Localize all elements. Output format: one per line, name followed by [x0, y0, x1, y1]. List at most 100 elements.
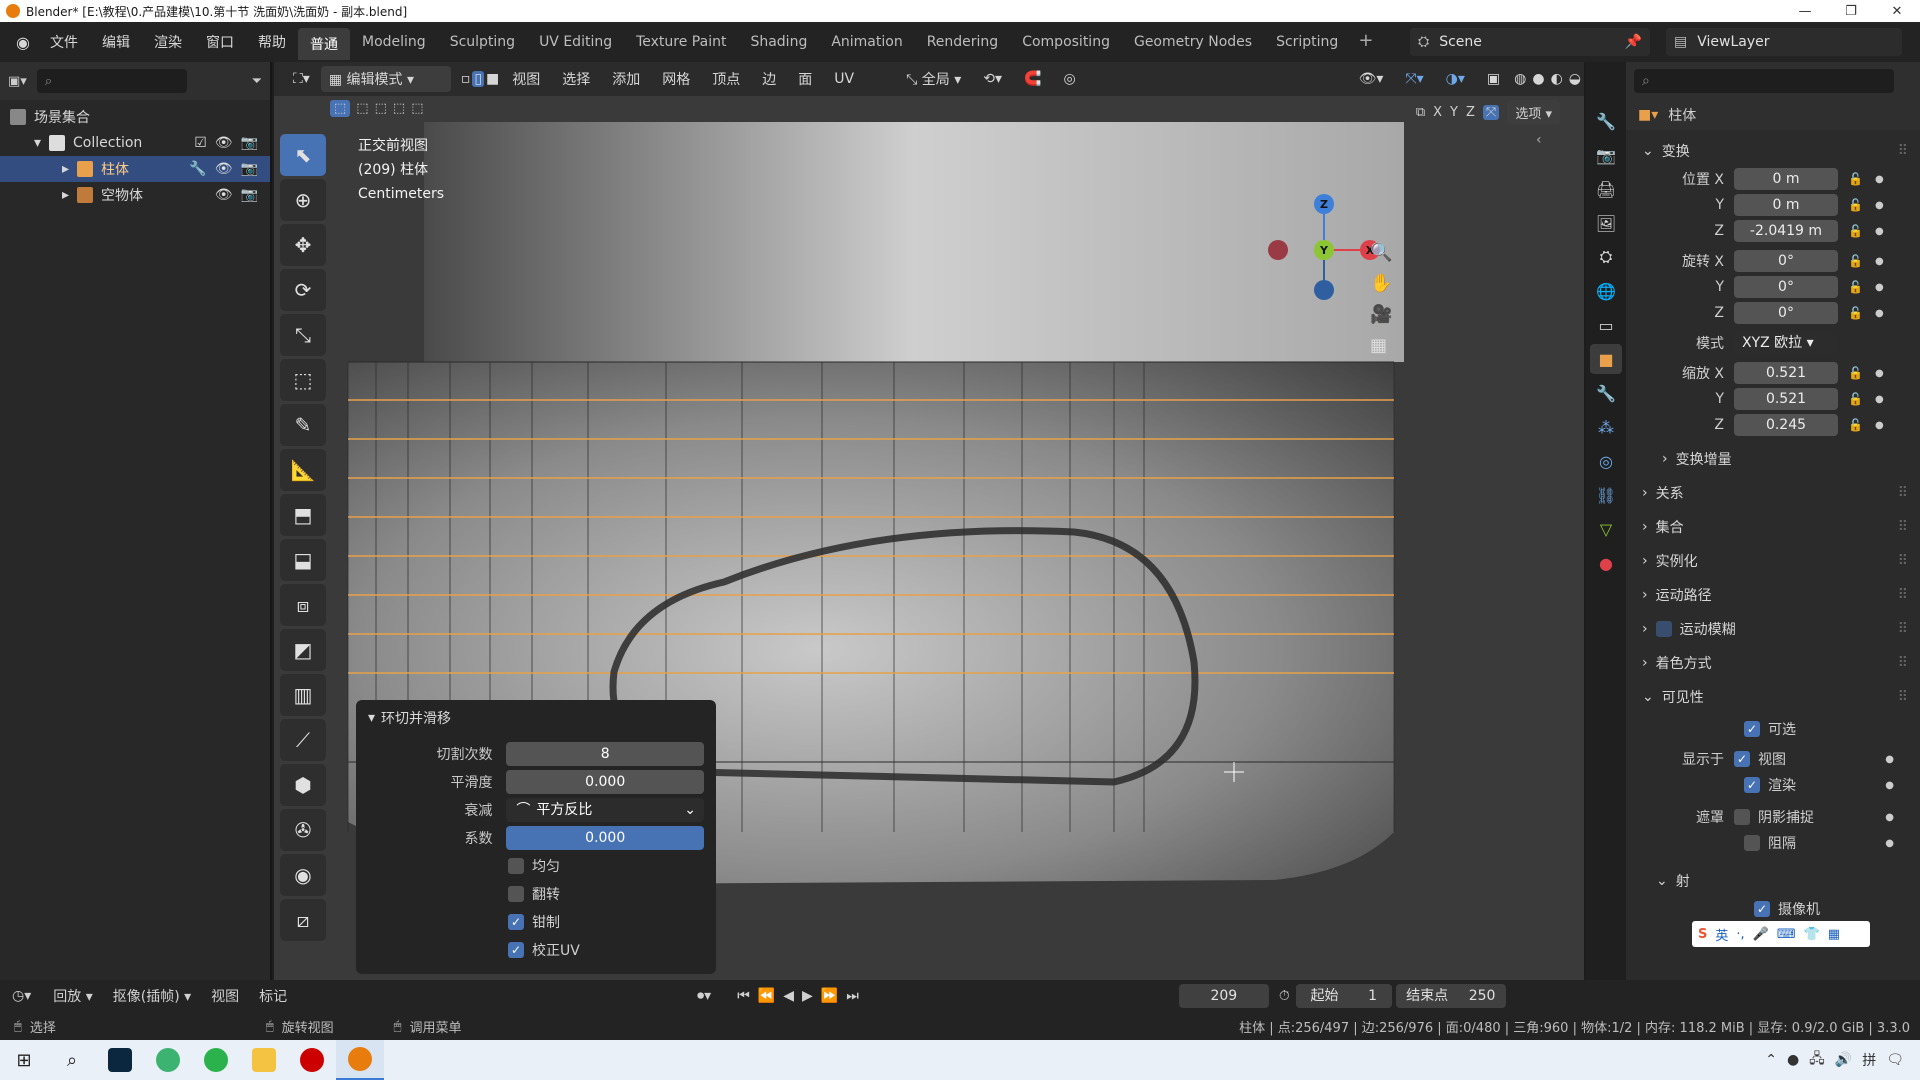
blender-menu-icon[interactable]: ◉ — [8, 33, 38, 52]
menu-help[interactable]: 帮助 — [246, 32, 298, 52]
notification-icon[interactable]: 🗨 — [1886, 1052, 1904, 1068]
keyframe-dot-icon[interactable]: ● — [1885, 838, 1920, 849]
keyframe-dot-icon[interactable]: ● — [1875, 308, 1884, 319]
smooth-tool[interactable]: ◉ — [280, 854, 326, 896]
menu-edit[interactable]: 编辑 — [90, 32, 142, 52]
location-z-field[interactable]: -2.0419 m — [1734, 220, 1838, 242]
outliner-collection[interactable]: ▾ Collection ☑ 👁 📷 — [0, 130, 270, 156]
pivot-icon[interactable]: ⟲▾ — [972, 71, 1013, 87]
close-button[interactable]: ✕ — [1874, 4, 1920, 19]
camera-view-icon[interactable]: 🎥 — [1370, 304, 1392, 325]
view-layer-selector[interactable]: ▤ ViewLayer — [1666, 28, 1902, 56]
world-tab-icon[interactable]: 🌐 — [1590, 276, 1622, 306]
keyframe-dot-icon[interactable]: ● — [1875, 368, 1884, 379]
keyframe-dot-icon[interactable]: ● — [1885, 780, 1920, 791]
file-explorer-app-icon[interactable] — [240, 1040, 288, 1080]
sogou-logo-icon[interactable]: S — [1698, 927, 1707, 942]
relations-section[interactable]: › 关系 ⠿ — [1626, 478, 1920, 508]
menu-view[interactable]: 视图 — [501, 69, 551, 89]
scale-y-field[interactable]: 0.521 — [1734, 388, 1838, 410]
measure-tool[interactable]: 📐 — [280, 449, 326, 491]
output-tab-icon[interactable]: 🖨 — [1590, 174, 1622, 204]
flip-checkbox-row[interactable]: 翻转 — [368, 880, 704, 908]
tray-network-icon[interactable]: 🖧 — [1809, 1048, 1825, 1072]
outliner-scene-collection[interactable]: 场景集合 — [0, 104, 270, 130]
drag-handle-icon[interactable]: ⠿ — [1898, 519, 1920, 535]
keying-menu[interactable]: 抠像(插帧) ▾ — [103, 986, 201, 1006]
select-box-invert-icon[interactable]: ⬚ — [393, 101, 405, 116]
photoshop-app-icon[interactable] — [96, 1040, 144, 1080]
options-dropdown[interactable]: 选项 ▾ — [1507, 100, 1560, 125]
keyframe-dot-icon[interactable]: ● — [1875, 226, 1884, 237]
jump-start-icon[interactable]: ⏮ — [737, 988, 750, 1004]
minimize-button[interactable]: — — [1782, 4, 1828, 19]
correct-uv-checkbox[interactable]: ✓ — [508, 942, 524, 958]
3d-viewport[interactable]: ⛶▾ ▦ 编辑模式 ▾ ▫ ▯ ■ 视图 选择 添加 网格 顶点 边 面 UV … — [274, 62, 1584, 980]
tab-texture-paint[interactable]: Texture Paint — [624, 28, 738, 60]
keyframe-dot-icon[interactable]: ● — [1875, 420, 1884, 431]
auto-merge-icon[interactable]: ⤧ — [1482, 105, 1500, 120]
solid-shading-icon[interactable]: ● — [1529, 71, 1547, 87]
transform-section-header[interactable]: ⌄ 变换 ⠿ — [1626, 136, 1920, 166]
tab-sculpting[interactable]: Sculpting — [438, 28, 527, 60]
tray-volume-icon[interactable]: 🔊 — [1835, 1052, 1852, 1068]
menu-add[interactable]: 添加 — [601, 69, 651, 89]
record-button-icon[interactable]: ⏺▾ — [697, 988, 711, 1004]
outliner-item-cylinder[interactable]: ▸ 柱体 🔧 👁 📷 — [0, 156, 270, 182]
motion-blur-section[interactable]: › 运动模糊 ⠿ — [1626, 614, 1920, 644]
end-frame-field[interactable]: 结束点 250 — [1395, 984, 1506, 1008]
falloff-dropdown[interactable]: ⌒ 平方反比 ⌄ — [506, 798, 704, 822]
wrench-icon[interactable]: 🔧 — [189, 161, 206, 177]
ime-microphone-icon[interactable]: 🎤 — [1753, 927, 1769, 942]
lock-icon[interactable]: 🔓 — [1848, 392, 1863, 406]
constraints-tab-icon[interactable]: ⛓ — [1590, 480, 1622, 510]
taskbar-search-icon[interactable]: ⌕ — [48, 1040, 96, 1080]
next-keyframe-icon[interactable]: ⏩ — [821, 988, 838, 1004]
eye-icon[interactable]: 👁 — [215, 187, 233, 203]
rotation-x-field[interactable]: 0° — [1734, 250, 1838, 272]
mirror-z-toggle[interactable]: Z — [1466, 105, 1475, 120]
gizmo-y-axis[interactable]: Y — [1314, 240, 1334, 260]
blender-app-icon[interactable] — [336, 1040, 384, 1080]
camera-icon[interactable]: 📷 — [241, 161, 258, 177]
show-viewport-checkbox[interactable]: ✓ — [1734, 751, 1750, 767]
keyframe-dot-icon[interactable]: ● — [1885, 812, 1920, 823]
gizmo-neg-x-axis[interactable] — [1268, 240, 1288, 260]
tab-uv-editing[interactable]: UV Editing — [527, 28, 624, 60]
knife-tool[interactable]: ⟋ — [280, 719, 326, 761]
tab-geometry-nodes[interactable]: Geometry Nodes — [1122, 28, 1264, 60]
browser-app-icon[interactable] — [144, 1040, 192, 1080]
properties-search-input[interactable]: ⌕ — [1634, 69, 1894, 93]
annotate-tool[interactable]: ✎ — [280, 404, 326, 446]
extrude-tool[interactable]: ⬓ — [280, 539, 326, 581]
correct-uv-checkbox-row[interactable]: ✓ 校正UV — [368, 936, 704, 964]
overlay-icon[interactable]: 👁▾ — [1348, 71, 1395, 87]
menu-face[interactable]: 面 — [787, 69, 823, 89]
object-name-field[interactable]: 柱体 — [1668, 105, 1696, 125]
camera-ray-checkbox[interactable]: ✓ — [1754, 901, 1770, 917]
menu-render[interactable]: 渲染 — [142, 32, 194, 52]
keyframe-dot-icon[interactable]: ● — [1875, 256, 1884, 267]
tab-animation[interactable]: Animation — [819, 28, 914, 60]
editor-type-icon[interactable]: ▣▾ — [8, 74, 27, 89]
holdout-checkbox[interactable] — [1744, 835, 1760, 851]
menu-file[interactable]: 文件 — [38, 32, 90, 52]
rotation-z-field[interactable]: 0° — [1734, 302, 1838, 324]
scale-x-field[interactable]: 0.521 — [1734, 362, 1838, 384]
tab-modeling[interactable]: Modeling — [350, 28, 438, 60]
maximize-button[interactable]: ❐ — [1828, 4, 1874, 19]
ortho-grid-icon[interactable]: ▦ — [1370, 335, 1392, 356]
pin-icon[interactable]: 📌 — [1625, 34, 1642, 50]
lock-icon[interactable]: 🔓 — [1848, 366, 1863, 380]
ime-keyboard-icon[interactable]: ⌨ — [1777, 927, 1796, 942]
mirror-x-toggle[interactable]: X — [1433, 105, 1442, 120]
scene-tab-icon[interactable]: ⛭ — [1590, 242, 1622, 272]
material-tab-icon[interactable]: ● — [1590, 548, 1622, 578]
start-frame-field[interactable]: 起始 1 — [1295, 984, 1392, 1008]
shading-section[interactable]: › 着色方式 ⠿ — [1626, 648, 1920, 678]
tool-tab-icon[interactable]: 🔧 — [1590, 106, 1622, 136]
scene-selector[interactable]: ⛭ Scene 📌 — [1410, 28, 1650, 56]
filter-icon[interactable]: ⏷ — [252, 74, 262, 89]
wireframe-shading-icon[interactable]: ◍ — [1511, 71, 1529, 87]
delta-transform-section[interactable]: › 变换增量 — [1626, 444, 1920, 474]
